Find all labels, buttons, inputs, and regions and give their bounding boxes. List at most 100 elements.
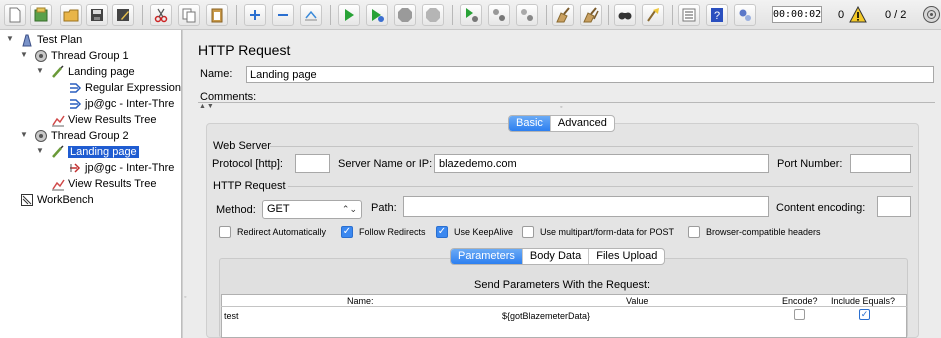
tree-node-label: Thread Group 2	[51, 129, 129, 142]
main-tabs: Basic Advanced	[508, 115, 615, 132]
help-icon[interactable]: ?	[706, 4, 728, 26]
expand-icon[interactable]	[244, 4, 266, 26]
tab-advanced[interactable]: Advanced	[549, 116, 614, 131]
cut-icon[interactable]	[150, 4, 172, 26]
workbench-icon	[20, 193, 34, 207]
clear-icon[interactable]	[552, 4, 574, 26]
divider-grip-icon[interactable]: ◦	[184, 294, 186, 301]
server-label: Server Name or IP:	[338, 158, 433, 170]
start-no-pauses-icon[interactable]	[366, 4, 388, 26]
tree-node-label: jp@gc - Inter-Thre	[85, 161, 175, 174]
column-header-include-equals[interactable]: Include Equals?	[831, 296, 895, 306]
multipart-checkbox[interactable]: Use multipart/form-data for POST	[522, 226, 674, 238]
collapse-arrows-icon[interactable]: ▲▼	[199, 103, 215, 110]
content-encoding-field[interactable]	[877, 196, 911, 217]
templates-icon[interactable]	[30, 4, 52, 26]
method-select[interactable]: GET ⌃⌄	[262, 200, 362, 219]
column-header-value[interactable]: Value	[626, 296, 648, 306]
tab-parameters[interactable]: Parameters	[451, 249, 522, 264]
tab-body-data[interactable]: Body Data	[521, 249, 588, 264]
paste-icon[interactable]	[206, 4, 228, 26]
protocol-label: Protocol [http]:	[212, 158, 283, 170]
encode-checkbox[interactable]	[794, 309, 805, 320]
collapse-toggle[interactable]: ▼	[36, 146, 45, 155]
tree-node-label: Test Plan	[37, 33, 83, 46]
server-field[interactable]	[434, 154, 769, 173]
search-icon[interactable]	[614, 4, 636, 26]
http-sampler-icon	[51, 64, 65, 79]
content-encoding-label: Content encoding:	[776, 202, 866, 214]
checkmark-icon: ✓	[436, 226, 448, 238]
remote-engines-icon[interactable]	[922, 5, 941, 24]
browser-compatible-headers-checkbox[interactable]: Browser-compatible headers	[688, 226, 821, 238]
column-header-name[interactable]: Name:	[347, 296, 374, 306]
error-count: 0	[838, 9, 845, 21]
tree-node-view-results-1[interactable]: View Results Tree	[51, 112, 156, 127]
include-equals-checkbox[interactable]: ✓	[859, 309, 870, 320]
split-pane-divider[interactable]	[182, 30, 187, 338]
comments-divider	[198, 102, 935, 103]
checkbox-label: Use multipart/form-data for POST	[540, 227, 675, 237]
tree-node-workbench[interactable]: WorkBench	[20, 192, 94, 207]
collapse-toggle[interactable]: ▼	[20, 130, 29, 139]
settings-icon[interactable]	[734, 4, 756, 26]
remote-shutdown-icon[interactable]	[516, 4, 538, 26]
collapse-toggle[interactable]: ▼	[36, 66, 45, 75]
tree-node-thread-group-2[interactable]: Thread Group 2	[34, 128, 129, 143]
checkmark-icon: ✓	[341, 226, 353, 238]
extractor-icon	[68, 97, 82, 111]
tree-node-label: WorkBench	[37, 193, 94, 206]
table-header-divider	[221, 306, 907, 307]
remote-start-icon[interactable]	[460, 4, 482, 26]
save-as-icon[interactable]	[112, 4, 134, 26]
param-name-cell[interactable]: test	[224, 311, 239, 321]
method-label: Method:	[216, 204, 256, 216]
warning-icon[interactable]	[849, 6, 867, 23]
collapse-icon[interactable]	[272, 4, 294, 26]
resize-handle-icon[interactable]: ◦	[560, 104, 562, 111]
stop-icon[interactable]	[394, 4, 416, 26]
function-helper-icon[interactable]	[678, 4, 700, 26]
tree-node-thread-group-1[interactable]: Thread Group 1	[34, 48, 129, 63]
new-icon[interactable]	[4, 4, 26, 26]
test-plan-tree[interactable]: ▼ Test Plan ▼ Thread Group 1 ▼ Landing p…	[0, 30, 182, 338]
path-label: Path:	[371, 202, 397, 214]
shutdown-icon[interactable]	[422, 4, 444, 26]
copy-icon[interactable]	[178, 4, 200, 26]
tab-basic[interactable]: Basic	[509, 116, 550, 131]
tree-node-regex-extractor[interactable]: Regular Expression	[68, 80, 181, 95]
start-icon[interactable]	[338, 4, 360, 26]
method-value: GET	[267, 203, 290, 215]
protocol-field[interactable]	[295, 154, 330, 173]
reset-search-icon[interactable]	[642, 4, 664, 26]
save-icon[interactable]	[86, 4, 108, 26]
tree-node-view-results-2[interactable]: View Results Tree	[51, 176, 156, 191]
tree-node-inter-thread-2[interactable]: jp@gc - Inter-Thre	[68, 160, 174, 175]
checkbox-box	[219, 226, 231, 238]
group-divider	[270, 146, 913, 147]
thread-group-icon	[34, 49, 48, 63]
name-field[interactable]	[246, 66, 934, 83]
tree-node-landing-page[interactable]: Landing page	[51, 64, 135, 79]
collapse-toggle[interactable]: ▼	[20, 50, 29, 59]
remote-stop-icon[interactable]	[488, 4, 510, 26]
redirect-automatically-checkbox[interactable]: Redirect Automatically	[219, 226, 326, 238]
chevron-updown-icon: ⌃⌄	[341, 204, 357, 214]
path-field[interactable]	[403, 196, 769, 217]
param-value-cell[interactable]: ${gotBlazemeterData}	[502, 311, 590, 321]
column-header-encode[interactable]: Encode?	[782, 296, 818, 306]
use-keepalive-checkbox[interactable]: ✓ Use KeepAlive	[436, 226, 513, 238]
follow-redirects-checkbox[interactable]: ✓ Follow Redirects	[341, 226, 426, 238]
tree-node-test-plan[interactable]: Test Plan	[20, 32, 82, 47]
group-divider	[288, 186, 913, 187]
tree-node-inter-thread-1[interactable]: jp@gc - Inter-Thre	[68, 96, 174, 111]
open-icon[interactable]	[60, 4, 82, 26]
collapse-toggle[interactable]: ▼	[6, 34, 15, 43]
tab-files-upload[interactable]: Files Upload	[588, 249, 664, 264]
tree-node-landing-page-selected[interactable]: Landing page	[51, 144, 139, 159]
clear-all-icon[interactable]	[580, 4, 602, 26]
port-field[interactable]	[850, 154, 911, 173]
tree-node-label: View Results Tree	[68, 177, 157, 190]
checkbox-label: Redirect Automatically	[237, 227, 327, 237]
toggle-icon[interactable]	[300, 4, 322, 26]
